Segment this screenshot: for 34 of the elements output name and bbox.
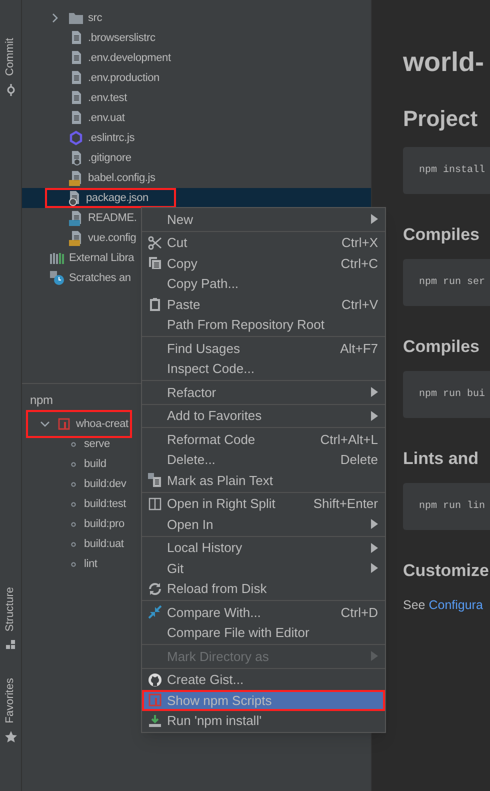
file-name: Scratches an xyxy=(69,270,131,286)
paragraph: See Configura xyxy=(403,597,484,614)
panel-title: npm xyxy=(30,392,53,409)
file-name: .env.development xyxy=(88,50,171,66)
heading: Lints and xyxy=(403,448,480,470)
file-name: package.json xyxy=(86,190,148,206)
heading: Compiles xyxy=(403,336,481,358)
file-name: src xyxy=(88,10,102,26)
file-name: External Libra xyxy=(69,250,134,266)
code-block: npm run ser xyxy=(403,259,490,306)
file-name: .env.uat xyxy=(88,110,125,126)
file-name: .gitignore xyxy=(88,150,132,166)
shortcut-text: Alt+F7 xyxy=(340,340,378,358)
heading: world- xyxy=(403,46,485,79)
file-name: README. xyxy=(88,210,137,226)
shortcut-text: Ctrl+X xyxy=(342,234,378,252)
code-block: npm run lin xyxy=(403,483,490,530)
heading: Customize xyxy=(403,560,490,582)
shortcut-text: Ctrl+V xyxy=(342,296,378,314)
heading: Project xyxy=(403,105,479,133)
heading: Compiles xyxy=(403,224,481,246)
file-name: .env.production xyxy=(88,70,160,86)
file-name: .env.test xyxy=(88,90,127,106)
shortcut-text: Ctrl+D xyxy=(340,604,378,622)
code-block: npm run bui xyxy=(403,371,490,418)
file-name: vue.config xyxy=(88,230,136,246)
shortcut-text: Delete xyxy=(340,451,378,469)
shortcut-text: Shift+Enter xyxy=(313,495,378,513)
file-name: babel.config.js xyxy=(88,170,156,186)
code-block: npm install xyxy=(403,147,490,194)
file-name: .browserslistrc xyxy=(88,30,156,46)
file-name: .eslintrc.js xyxy=(88,130,134,146)
shortcut-text: Ctrl+Alt+L xyxy=(320,430,378,448)
shortcut-text: Ctrl+C xyxy=(340,254,378,272)
